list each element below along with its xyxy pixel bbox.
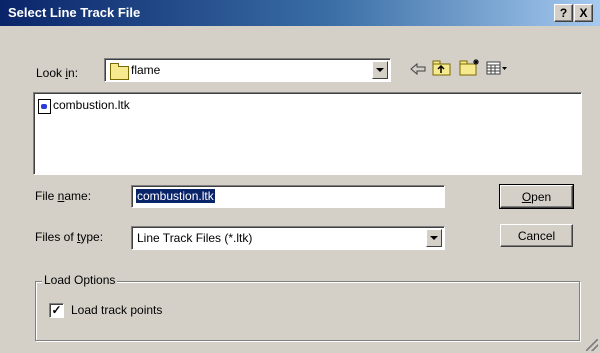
cancel-button[interactable]: Cancel [500, 224, 573, 247]
file-name-field[interactable]: combustion.ltk [131, 185, 445, 208]
open-button[interactable]: Open [499, 184, 574, 209]
file-name-label: File name: [35, 189, 92, 203]
help-button[interactable]: ? [554, 4, 573, 22]
select-file-dialog: Select Line Track File ? X Look in: flam… [0, 0, 600, 353]
look-in-combo[interactable]: flame [104, 58, 391, 82]
file-list[interactable]: combustion.ltk [33, 92, 582, 175]
chevron-down-icon[interactable] [426, 229, 442, 247]
look-in-label: Look in: [36, 66, 79, 80]
back-arrow-icon[interactable] [409, 62, 427, 76]
file-type-label: Files of type: [35, 230, 104, 244]
up-folder-icon[interactable] [432, 60, 452, 76]
new-folder-icon[interactable] [459, 58, 481, 76]
window-title: Select Line Track File [8, 5, 141, 20]
file-type-select[interactable]: Line Track Files (*.ltk) [131, 226, 445, 250]
load-options-title: Load Options [42, 273, 118, 287]
file-type-value: Line Track Files (*.ltk) [137, 231, 253, 245]
look-in-folder-name: flame [131, 63, 161, 77]
file-name-value: combustion.ltk [136, 189, 215, 203]
resize-grip-icon[interactable] [586, 339, 598, 351]
document-icon [38, 99, 51, 114]
close-button[interactable]: X [574, 4, 593, 22]
view-menu-icon[interactable] [486, 61, 508, 75]
title-bar[interactable]: Select Line Track File ? X [0, 0, 600, 26]
chevron-down-icon[interactable] [372, 61, 388, 79]
file-item-name: combustion.ltk [53, 98, 130, 112]
load-track-points-label[interactable]: Load track points [71, 303, 162, 317]
load-track-points-checkbox[interactable]: ✓ [49, 303, 64, 318]
folder-icon [110, 63, 129, 80]
